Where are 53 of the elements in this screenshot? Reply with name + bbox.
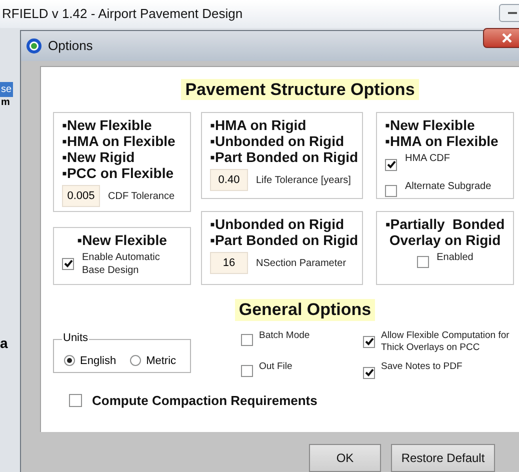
- checkbox-label: Batch Mode: [259, 330, 310, 342]
- dialog-button[interactable]: Restore Default: [391, 444, 495, 472]
- checkbox-label: Alternate Subgrade: [405, 180, 492, 193]
- dialog-title: Options: [48, 37, 93, 56]
- close-icon: [502, 33, 512, 43]
- group-heading: ▪HMA on Rigid: [210, 117, 308, 133]
- section-heading: General Options: [234, 299, 376, 321]
- checkbox-label: Enabled: [436, 251, 474, 264]
- group-heading: ▪Unbonded on Rigid: [210, 133, 346, 149]
- checkbox-label: Out File: [259, 361, 292, 373]
- checkbox[interactable]: [62, 258, 74, 270]
- checkbox[interactable]: [241, 365, 253, 377]
- group-heading: ▪HMA on Flexible: [62, 133, 176, 149]
- checkbox[interactable]: [385, 185, 397, 197]
- checkbox[interactable]: [241, 334, 253, 346]
- checkbox[interactable]: [416, 256, 429, 268]
- minimize-button[interactable]: [499, 4, 519, 22]
- group-heading: ▪Partially Bonded: [385, 216, 505, 232]
- close-button[interactable]: [483, 28, 519, 48]
- group-heading: ▪Unbonded on Rigid: [210, 216, 346, 232]
- checkbox[interactable]: [69, 394, 82, 408]
- app-logo-icon: [26, 38, 42, 54]
- checkbox[interactable]: [385, 158, 397, 170]
- radio-label: English: [80, 354, 116, 368]
- checkbox-label: Enable Automatic Base Design: [82, 251, 161, 277]
- group-heading: Overlay on Rigid: [389, 232, 501, 248]
- checkbox[interactable]: [363, 366, 375, 378]
- group-heading: ▪PCC on Flexible: [62, 165, 175, 181]
- checkbox-label: Compute Compaction Requirements: [92, 392, 318, 410]
- field-label: CDF Tolerance: [108, 190, 175, 204]
- radio-button[interactable]: [64, 355, 75, 366]
- group-heading: ▪HMA on Flexible: [385, 133, 500, 149]
- group-heading: ▪New Flexible: [385, 117, 476, 133]
- field-label: NSection Parameter: [256, 256, 346, 270]
- radio-button[interactable]: [130, 355, 142, 366]
- input-field[interactable]: 0.40: [210, 169, 248, 191]
- dialog-button[interactable]: OK: [309, 444, 381, 472]
- checkbox-label: Save Notes to PDF: [381, 361, 462, 373]
- input-field[interactable]: 0.005: [62, 185, 100, 207]
- input-field[interactable]: 16: [210, 252, 248, 274]
- checkbox-label: Allow Flexible Computation for Thick Overlays on PCC: [381, 330, 510, 354]
- checkbox[interactable]: [363, 336, 375, 348]
- group-heading: ▪New Rigid: [62, 149, 136, 165]
- app-title: RFIELD v 1.42 - Airport Pavement Design: [2, 5, 243, 24]
- section-heading: Pavement Structure Options: [181, 79, 419, 100]
- checkbox-label: HMA CDF: [405, 152, 450, 165]
- group-heading: ▪New Flexible: [77, 232, 167, 248]
- background-text: a: [0, 334, 8, 353]
- field-label: Life Tolerance [years]: [256, 174, 351, 188]
- radio-label: Metric: [146, 354, 176, 368]
- background-text: m: [1, 96, 10, 110]
- group-heading: ▪New Flexible: [62, 117, 153, 133]
- background-text: se: [0, 82, 13, 97]
